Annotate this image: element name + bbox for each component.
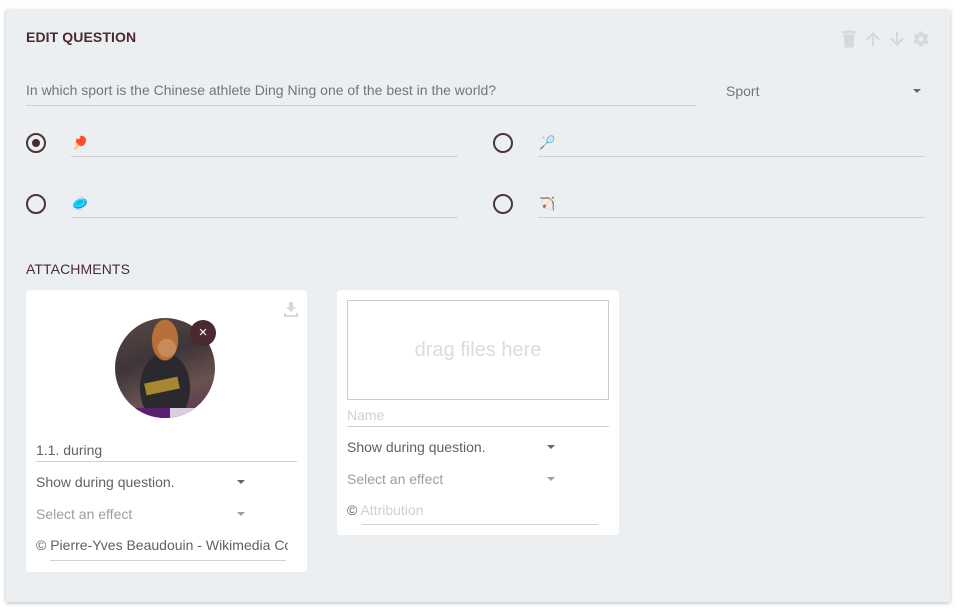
- new-attribution-underline: [362, 524, 598, 525]
- category-select[interactable]: Sport: [726, 80, 921, 102]
- caret-down-icon: [547, 477, 555, 481]
- dropzone-label: drag files here: [414, 338, 542, 361]
- new-name-input[interactable]: Name: [347, 403, 609, 427]
- category-value: Sport: [726, 83, 760, 99]
- new-effect-select-placeholder: Select an effect: [347, 471, 444, 487]
- new-effect-select[interactable]: Select an effect: [347, 467, 555, 491]
- answer-radio-4[interactable]: [493, 194, 513, 214]
- effect-select[interactable]: Select an effect: [36, 502, 245, 526]
- settings-button[interactable]: [911, 29, 931, 49]
- attachment-card: × 1.1. during Show during question. Sele…: [26, 290, 307, 572]
- attribution-underline: [50, 560, 286, 561]
- arrow-down-icon: [890, 32, 904, 46]
- answer-radio-1[interactable]: [26, 133, 46, 153]
- remove-attachment-button[interactable]: ×: [190, 320, 216, 346]
- new-attachment-card: drag files here Name Show during questio…: [337, 290, 619, 535]
- answer-radio-3[interactable]: [26, 194, 46, 214]
- show-select[interactable]: Show during question.: [36, 470, 245, 494]
- attribution-field: © Pierre-Yves Beaudouin - Wikimedia Co: [36, 533, 288, 557]
- attachments-heading: ATTACHMENTS: [26, 261, 131, 277]
- show-select-value: Show during question.: [36, 474, 175, 490]
- edit-question-panel: EDIT QUESTION In which sport is the Chin…: [6, 10, 950, 602]
- caret-down-icon: [913, 89, 921, 93]
- page-title: EDIT QUESTION: [26, 29, 137, 45]
- move-up-button[interactable]: [863, 29, 883, 49]
- close-icon: ×: [198, 324, 208, 341]
- new-show-select[interactable]: Show during question.: [347, 435, 555, 459]
- download-button[interactable]: [284, 302, 298, 322]
- move-down-button[interactable]: [887, 29, 907, 49]
- question-input[interactable]: In which sport is the Chinese athlete Di…: [26, 74, 697, 106]
- copyright-icon: ©: [36, 537, 47, 553]
- answer-input-4[interactable]: 🏹: [538, 192, 925, 218]
- attribution-input[interactable]: Pierre-Yves Beaudouin - Wikimedia Co: [50, 537, 288, 553]
- arrow-up-icon: [866, 32, 880, 46]
- new-show-select-value: Show during question.: [347, 439, 486, 455]
- delete-button[interactable]: [839, 29, 859, 49]
- attachment-name-input[interactable]: 1.1. during: [36, 438, 297, 462]
- download-icon: [284, 302, 298, 317]
- question-toolbar: [839, 29, 931, 49]
- file-dropzone[interactable]: drag files here: [347, 300, 609, 400]
- new-attribution-field: © Attribution: [347, 498, 599, 522]
- new-attribution-input[interactable]: Attribution: [360, 502, 423, 518]
- effect-select-placeholder: Select an effect: [36, 506, 133, 522]
- answer-radio-2[interactable]: [493, 133, 513, 153]
- caret-down-icon: [237, 512, 245, 516]
- answer-input-3[interactable]: 🥏: [71, 192, 458, 218]
- caret-down-icon: [237, 480, 245, 484]
- answer-input-2[interactable]: 🏸: [538, 131, 925, 157]
- answer-input-1[interactable]: 🏓: [71, 131, 458, 157]
- gear-icon: [913, 31, 929, 47]
- trash-icon: [842, 30, 856, 48]
- caret-down-icon: [547, 445, 555, 449]
- copyright-icon: ©: [347, 502, 358, 518]
